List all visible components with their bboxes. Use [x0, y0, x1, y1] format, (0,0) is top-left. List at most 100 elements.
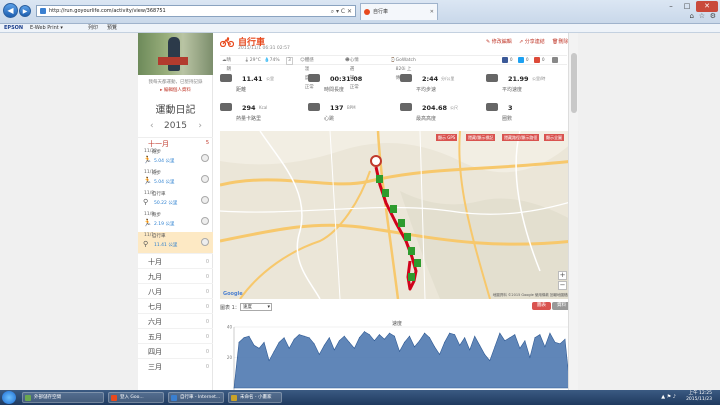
speed-point — [238, 341, 240, 343]
month-count: 0 — [205, 259, 209, 265]
activity-item[interactable]: 11/8 自行車 ⚲ 50.22 公里 — [138, 190, 213, 211]
tray-icons[interactable]: ▲ ⚑ ♪ — [661, 394, 676, 400]
map-copyright[interactable]: 地圖資料 ©2015 Google 使用條款 回報地圖錯誤 — [493, 293, 571, 298]
activity-distance: 50.22 公里 — [154, 201, 178, 206]
taskbar-item[interactable]: 登入 Goo... — [108, 392, 164, 403]
speed-point — [549, 332, 551, 334]
speed-point — [394, 335, 395, 337]
activity-item[interactable]: 11/15 跑步 🏃 5.04 公里 — [138, 169, 213, 190]
google-plus-icon[interactable] — [534, 57, 540, 63]
app-icon — [231, 395, 237, 401]
eweb-print-menu[interactable]: E-Web Print ▾ — [30, 24, 63, 32]
month-row[interactable]: 七月 0 — [138, 298, 213, 313]
activity-item[interactable]: 11/22 跑步 🏃 5.04 公里 — [138, 148, 213, 169]
back-button[interactable]: ◀ — [3, 3, 18, 18]
speed-point — [389, 332, 390, 334]
minimize-button[interactable]: – — [664, 1, 678, 12]
month-row[interactable]: 四月 0 — [138, 343, 213, 358]
activity-item[interactable]: 11/8 跑步 🏃 2.19 公里 — [138, 211, 213, 232]
speed-point — [399, 351, 400, 352]
stat-icon — [308, 103, 320, 111]
speed-series-area[interactable] — [233, 331, 571, 389]
facebook-icon[interactable] — [502, 57, 508, 63]
map-btn-full[interactable]: 顯示全圖 — [544, 134, 564, 141]
close-window-button[interactable]: ✕ — [696, 1, 718, 12]
address-controls[interactable]: ⌕ ▾ C ✕ — [331, 6, 352, 17]
stat-icon — [400, 74, 412, 82]
twitter-icon[interactable] — [518, 57, 524, 63]
epson-link[interactable]: EPSON — [4, 24, 23, 32]
taskbar-item[interactable]: 外部儲存空間 — [22, 392, 104, 403]
maximize-button[interactable]: □ — [680, 1, 694, 12]
map-btn-gps[interactable]: 顯示 GPS — [436, 134, 458, 141]
print-button[interactable]: 列印 — [88, 24, 98, 32]
speed-point — [494, 346, 496, 348]
forward-button[interactable]: ▶ — [19, 5, 31, 17]
page-icon — [40, 8, 46, 14]
month-row[interactable]: 九月 0 — [138, 268, 213, 283]
stat-unit: BPM — [347, 105, 356, 110]
watch-icon — [201, 154, 209, 162]
month-row[interactable]: 三月 0 — [138, 358, 213, 373]
zoom-in-button[interactable]: + — [558, 271, 567, 280]
speed-point — [464, 337, 466, 339]
stat-item: 137 BPM 心跳 — [308, 102, 393, 128]
route-map[interactable]: 顯示 GPS 隱藏/顯示標記 隱藏路徑/顯示路徑 顯示全圖 + − Google… — [220, 131, 574, 299]
activity-distance: 2.19 公里 — [154, 222, 175, 227]
month-row[interactable]: 八月 0 — [138, 283, 213, 298]
speed-point — [479, 344, 481, 346]
chart-metric-select[interactable]: 速度 ▾ — [240, 303, 272, 311]
month-row[interactable]: 六月 0 — [138, 313, 213, 328]
tab-close-icon[interactable]: ✕ — [430, 4, 434, 20]
run-icon: 🏃 — [143, 177, 152, 185]
stat-label: 圈數 — [502, 116, 513, 122]
favorites-star-icon[interactable]: ☆ — [699, 12, 705, 20]
edit-button[interactable]: ✎ 修改編輯 — [486, 38, 512, 45]
speed-point — [514, 334, 516, 336]
more-share-icon[interactable] — [552, 57, 558, 63]
stat-icon — [400, 103, 412, 111]
address-bar[interactable]: http://run.goyourlife.com/activity/view/… — [36, 5, 356, 17]
speed-point — [263, 341, 265, 343]
activity-item[interactable]: 11/1 自行車 ⚲ 11.41 公里 — [138, 232, 213, 253]
stat-icon — [220, 74, 232, 82]
app-icon — [171, 395, 177, 401]
speed-point — [313, 343, 315, 345]
share-link-button[interactable]: ⇗ 分享連結 — [519, 38, 545, 45]
stat-value: 00:31:08 — [330, 75, 363, 83]
profile-photo[interactable] — [138, 33, 213, 75]
start-marker-icon[interactable] — [370, 155, 382, 167]
speed-point — [459, 344, 461, 346]
taskbar-item[interactable]: 未命名 - 小畫家 — [228, 392, 282, 403]
month-header-november[interactable]: 十一月 5 — [138, 137, 213, 148]
taskbar-item[interactable]: 自行車 - Internet... — [168, 392, 224, 403]
edit-profile-link[interactable]: ▸ 編輯個人資料 — [138, 87, 213, 93]
month-count: 5 — [205, 140, 209, 146]
settings-gear-icon[interactable]: ⚙ — [710, 12, 716, 20]
clock[interactable]: 上午 12:25 2015/11/23 — [686, 391, 712, 403]
map-btn-markers[interactable]: 隱藏/顯示標記 — [466, 134, 496, 141]
diary-title: 運動日記 — [155, 105, 196, 116]
zoom-out-button[interactable]: − — [558, 281, 567, 290]
page-scrollbar[interactable] — [568, 33, 578, 390]
start-button[interactable] — [2, 391, 16, 404]
map-btn-path[interactable]: 隱藏路徑/顯示路徑 — [502, 134, 540, 141]
activity-name: 自行車 — [152, 234, 166, 239]
month-row[interactable]: 十月 0 — [138, 253, 213, 268]
preview-button[interactable]: 預覽 — [107, 24, 117, 32]
chart-view-button[interactable]: 圖表 — [532, 302, 551, 310]
next-year-button[interactable]: › — [198, 121, 202, 131]
month-count: 0 — [205, 289, 209, 295]
scrollbar-thumb[interactable] — [571, 53, 577, 113]
delete-button[interactable]: 🗑刪除 — [552, 38, 568, 45]
speed-point — [338, 340, 340, 342]
month-label: 三月 — [148, 363, 162, 371]
content-area: 我每天都運動，已堅持記錄 ▸ 編輯個人資料 運動日記 ‹ 2015 › 十一月 … — [138, 33, 578, 390]
app-icon — [25, 395, 31, 401]
home-icon[interactable]: ⌂ — [690, 12, 694, 20]
month-count: 0 — [205, 349, 209, 355]
month-row[interactable]: 五月 0 — [138, 328, 213, 343]
speed-point — [283, 337, 285, 339]
tab-activity[interactable]: 自行車 ✕ — [360, 3, 438, 20]
speed-point — [504, 340, 506, 342]
